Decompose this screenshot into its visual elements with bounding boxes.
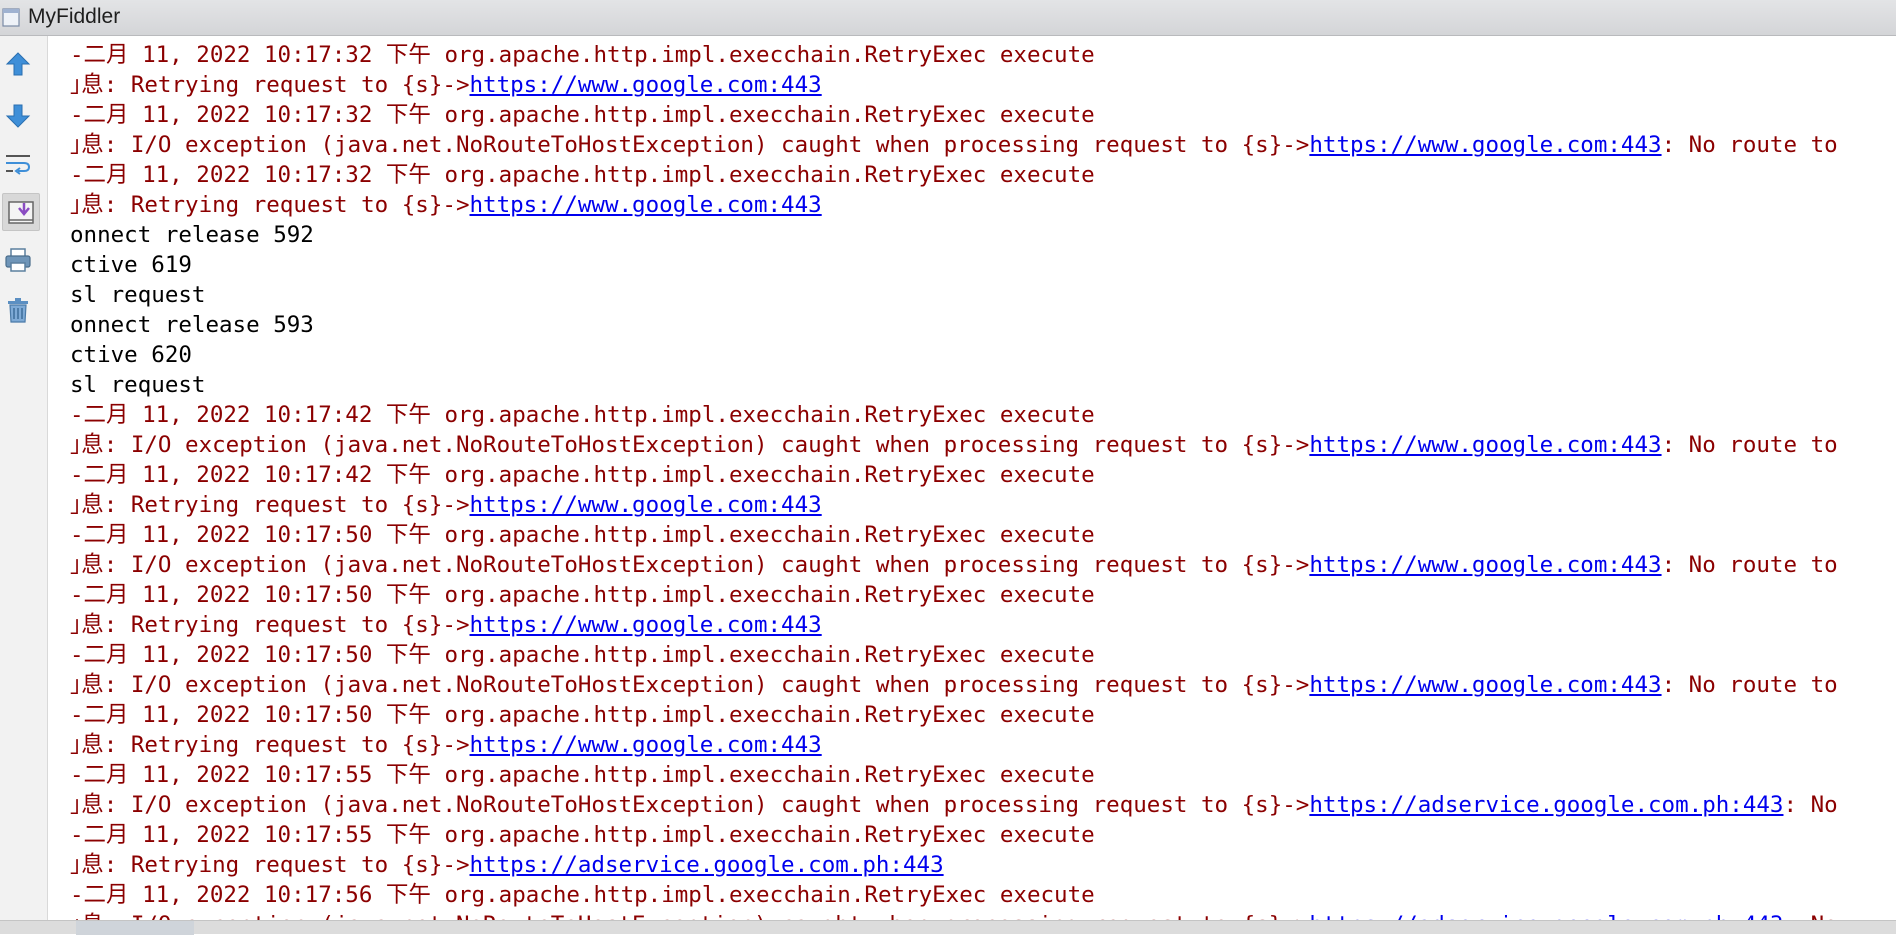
console-toolbar	[0, 36, 48, 920]
log-line-text: ｣息: I/O exception (java.net.NoRouteToHos…	[70, 132, 1310, 158]
log-line-text: ctive 620	[70, 342, 192, 368]
log-url-link[interactable]: https://www.google.com:443	[1309, 672, 1661, 698]
log-line-text: -二月 11, 2022 10:17:32 下午 org.apache.http…	[70, 162, 1095, 188]
log-url-link[interactable]: https://adservice.google.com.ph:443	[470, 852, 944, 878]
log-line-suffix: : No route to	[1661, 432, 1838, 458]
log-line-text: -二月 11, 2022 10:17:50 下午 org.apache.http…	[70, 642, 1095, 668]
log-line-text: ｣息: Retrying request to {s}->	[70, 72, 470, 98]
log-line: ctive 620	[70, 340, 192, 370]
log-line-text: ｣息: Retrying request to {s}->	[70, 852, 470, 878]
log-line-suffix: : No route to	[1661, 552, 1838, 578]
arrow-down-icon	[5, 104, 31, 128]
log-line-text: ｣息: I/O exception (java.net.NoRouteToHos…	[70, 432, 1310, 458]
log-line: ｣息: I/O exception (java.net.NoRouteToHos…	[70, 550, 1838, 580]
log-url-link[interactable]: https://adservice.google.com.ph:443	[1309, 792, 1783, 818]
log-url-link[interactable]: https://www.google.com:443	[470, 72, 822, 98]
scroll-to-end-icon	[8, 201, 34, 224]
title-bar: MyFiddler	[0, 0, 1896, 36]
log-line: -二月 11, 2022 10:17:50 下午 org.apache.http…	[70, 700, 1095, 730]
log-line: sl request	[70, 370, 205, 400]
log-line-text: ｣息: I/O exception (java.net.NoRouteToHos…	[70, 912, 1309, 920]
wrap-lines-icon	[6, 155, 31, 175]
log-line: onnect release 593	[70, 310, 314, 340]
log-url-link[interactable]: https://www.google.com:443	[470, 192, 822, 218]
log-line: -二月 11, 2022 10:17:42 下午 org.apache.http…	[70, 460, 1095, 490]
log-line-text: onnect release 592	[70, 222, 314, 248]
trash-icon	[8, 298, 28, 323]
log-line: -二月 11, 2022 10:17:56 下午 org.apache.http…	[70, 880, 1095, 910]
log-line-text: -二月 11, 2022 10:17:50 下午 org.apache.http…	[70, 582, 1095, 608]
scroll-up-button[interactable]	[0, 46, 36, 82]
log-line-text: -二月 11, 2022 10:17:42 下午 org.apache.http…	[70, 402, 1095, 428]
log-line-text: -二月 11, 2022 10:17:55 下午 org.apache.http…	[70, 822, 1095, 848]
log-line: ｣息: I/O exception (java.net.NoRouteToHos…	[70, 910, 1838, 920]
log-line: ｣息: I/O exception (java.net.NoRouteToHos…	[70, 430, 1838, 460]
log-line-text: -二月 11, 2022 10:17:55 下午 org.apache.http…	[70, 762, 1095, 788]
log-line: ｣息: I/O exception (java.net.NoRouteToHos…	[70, 790, 1838, 820]
log-line: ｣息: Retrying request to {s}->https://ads…	[70, 850, 944, 880]
log-url-link[interactable]: https://adservice.google.com.ph:443	[1309, 912, 1783, 920]
log-line-text: ｣息: Retrying request to {s}->	[70, 492, 470, 518]
log-line: sl request	[70, 280, 205, 310]
soft-wrap-button[interactable]	[0, 146, 36, 182]
log-line-text: -二月 11, 2022 10:17:32 下午 org.apache.http…	[70, 42, 1095, 68]
clear-all-button[interactable]	[0, 292, 36, 328]
log-line: ｣息: Retrying request to {s}->https://www…	[70, 730, 822, 760]
scroll-to-end-button[interactable]	[2, 193, 40, 231]
log-line: ｣息: Retrying request to {s}->https://www…	[70, 70, 822, 100]
log-line: ctive 619	[70, 250, 192, 280]
log-url-link[interactable]: https://www.google.com:443	[1309, 132, 1661, 158]
log-url-link[interactable]: https://www.google.com:443	[1309, 432, 1661, 458]
log-line-text: -二月 11, 2022 10:17:32 下午 org.apache.http…	[70, 102, 1095, 128]
log-line-text: ｣息: I/O exception (java.net.NoRouteToHos…	[70, 672, 1310, 698]
log-line-suffix: : No	[1783, 912, 1837, 920]
log-line: -二月 11, 2022 10:17:32 下午 org.apache.http…	[70, 160, 1095, 190]
log-line-text: onnect release 593	[70, 312, 314, 338]
log-line-text: -二月 11, 2022 10:17:42 下午 org.apache.http…	[70, 462, 1095, 488]
log-line-text: ｣息: I/O exception (java.net.NoRouteToHos…	[70, 792, 1310, 818]
log-url-link[interactable]: https://www.google.com:443	[1309, 552, 1661, 578]
log-line-text: ｣息: Retrying request to {s}->	[70, 732, 470, 758]
log-line-text: ｣息: I/O exception (java.net.NoRouteToHos…	[70, 552, 1310, 578]
console-output[interactable]: -二月 11, 2022 10:17:32 下午 org.apache.http…	[48, 36, 1896, 920]
bottom-tab-active[interactable]	[76, 921, 194, 935]
log-line: -二月 11, 2022 10:17:50 下午 org.apache.http…	[70, 580, 1095, 610]
log-line-text: -二月 11, 2022 10:17:56 下午 org.apache.http…	[70, 882, 1095, 908]
scroll-down-button[interactable]	[0, 98, 36, 134]
log-line: -二月 11, 2022 10:17:32 下午 org.apache.http…	[70, 100, 1095, 130]
log-line-suffix: : No	[1783, 792, 1838, 818]
log-line: -二月 11, 2022 10:17:55 下午 org.apache.http…	[70, 820, 1095, 850]
log-line-text: sl request	[70, 282, 206, 308]
print-icon	[5, 248, 31, 272]
log-line-text: ｣息: Retrying request to {s}->	[70, 192, 470, 218]
log-line-text: ctive 619	[70, 252, 192, 278]
log-line-suffix: : No route to	[1661, 672, 1838, 698]
log-line-text: ｣息: Retrying request to {s}->	[70, 612, 470, 638]
log-url-link[interactable]: https://www.google.com:443	[470, 732, 822, 758]
app-window-icon	[2, 8, 20, 27]
log-line: -二月 11, 2022 10:17:55 下午 org.apache.http…	[70, 760, 1095, 790]
log-url-link[interactable]: https://www.google.com:443	[470, 492, 822, 518]
log-line-suffix: : No route to	[1661, 132, 1838, 158]
log-line: ｣息: I/O exception (java.net.NoRouteToHos…	[70, 670, 1838, 700]
log-line: -二月 11, 2022 10:17:50 下午 org.apache.http…	[70, 520, 1095, 550]
log-line: -二月 11, 2022 10:17:42 下午 org.apache.http…	[70, 400, 1095, 430]
arrow-up-icon	[5, 52, 31, 76]
print-button[interactable]	[0, 242, 36, 278]
log-line: ｣息: Retrying request to {s}->https://www…	[70, 490, 822, 520]
log-line: -二月 11, 2022 10:17:32 下午 org.apache.http…	[70, 40, 1095, 70]
log-line-text: sl request	[70, 372, 206, 398]
log-line: ｣息: Retrying request to {s}->https://www…	[70, 190, 822, 220]
log-line: -二月 11, 2022 10:17:50 下午 org.apache.http…	[70, 640, 1095, 670]
log-line: onnect release 592	[70, 220, 314, 250]
log-line-text: -二月 11, 2022 10:17:50 下午 org.apache.http…	[70, 702, 1095, 728]
bottom-tool-tabs	[0, 920, 1896, 935]
log-line: ｣息: Retrying request to {s}->https://www…	[70, 610, 822, 640]
log-url-link[interactable]: https://www.google.com:443	[470, 612, 822, 638]
log-line-text: -二月 11, 2022 10:17:50 下午 org.apache.http…	[70, 522, 1095, 548]
window-title: MyFiddler	[28, 5, 121, 28]
log-line: ｣息: I/O exception (java.net.NoRouteToHos…	[70, 130, 1838, 160]
